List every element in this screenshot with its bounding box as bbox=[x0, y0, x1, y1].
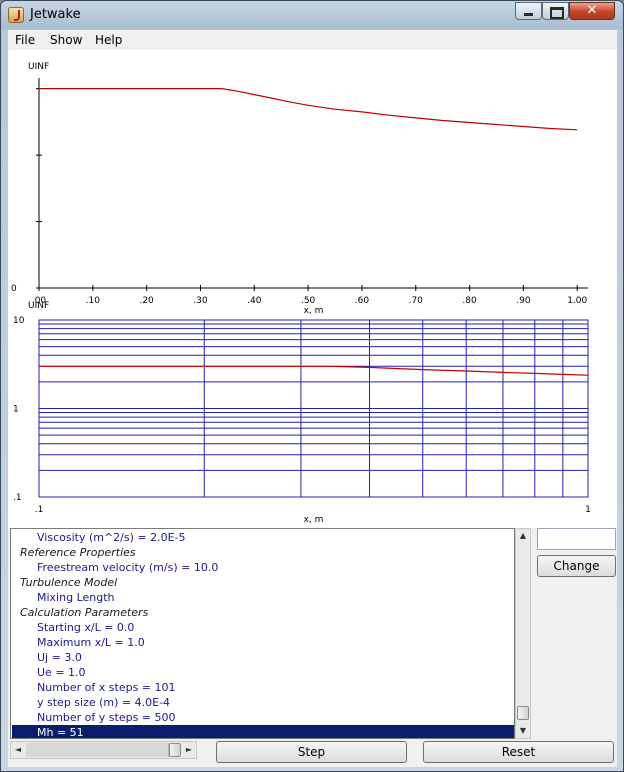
java-app-icon bbox=[8, 7, 24, 23]
menu-help[interactable]: Help bbox=[95, 33, 122, 47]
close-button[interactable]: ✕ bbox=[569, 2, 615, 20]
chart2-y-tick-label: 10 bbox=[13, 316, 25, 326]
property-item[interactable]: Uj = 3.0 bbox=[12, 650, 514, 665]
scroll-left-arrow-icon[interactable]: ◄ bbox=[11, 743, 25, 757]
property-category[interactable]: Turbulence Model bbox=[12, 575, 514, 590]
reset-button[interactable]: Reset bbox=[423, 741, 614, 763]
property-item[interactable]: Freestream velocity (m/s) = 10.0 bbox=[12, 560, 514, 575]
menu-show[interactable]: Show bbox=[50, 33, 82, 47]
chart2-y-label: UINF bbox=[28, 301, 49, 311]
chart1-x-tick-label: .40 bbox=[247, 296, 262, 306]
title-bar[interactable]: Jetwake ✕ bbox=[1, 1, 623, 29]
property-item[interactable]: Ue = 1.0 bbox=[12, 665, 514, 680]
minimize-icon bbox=[524, 13, 533, 16]
horizontal-scroll-thumb[interactable] bbox=[169, 743, 181, 757]
close-icon: ✕ bbox=[586, 3, 598, 18]
step-button[interactable]: Step bbox=[216, 741, 407, 763]
scroll-right-arrow-icon[interactable]: ► bbox=[182, 743, 196, 757]
property-item[interactable]: Mixing Length bbox=[12, 590, 514, 605]
chart1-x-tick-label: .60 bbox=[355, 296, 370, 306]
property-item[interactable]: Maximum x/L = 1.0 bbox=[12, 635, 514, 650]
property-item[interactable]: Starting x/L = 0.0 bbox=[12, 620, 514, 635]
client-area: File Show Help UINF 0.00.10.20.30.40.50.6… bbox=[8, 30, 617, 767]
property-item[interactable]: Number of y steps = 500 bbox=[12, 710, 514, 725]
chart1-x-tick-label: .70 bbox=[409, 296, 424, 306]
maximize-button[interactable] bbox=[542, 2, 569, 20]
chart1-x-tick-label: .90 bbox=[516, 296, 531, 306]
chart1-x-tick-label: .80 bbox=[462, 296, 477, 306]
change-button[interactable]: Change bbox=[537, 555, 616, 577]
chart1-x-tick-label: .20 bbox=[139, 296, 154, 306]
chart2-series-line bbox=[39, 365, 589, 376]
chart1-series-line bbox=[39, 87, 578, 131]
window-title: Jetwake bbox=[30, 7, 81, 22]
chart1-x-label: x, m bbox=[304, 306, 324, 316]
chart1-x-tick-label: .10 bbox=[86, 296, 101, 306]
menu-file[interactable]: File bbox=[15, 33, 35, 47]
chart-area: UINF 0.00.10.20.30.40.50.60.70.80.90 1.00 x… bbox=[8, 50, 617, 528]
property-category[interactable]: Reference Properties bbox=[12, 545, 514, 560]
minimize-button[interactable] bbox=[515, 2, 542, 20]
properties-list[interactable]: Viscosity (m^2/s) = 2.0E-5 Reference Prop… bbox=[10, 528, 515, 739]
chart1-x-tick-label: .30 bbox=[193, 296, 208, 306]
value-input[interactable] bbox=[537, 528, 616, 550]
property-item[interactable]: Mh = 51 bbox=[12, 725, 514, 738]
app-window: Jetwake ✕ File Show Help UINF 0.00.10.20.… bbox=[0, 0, 624, 772]
vertical-scroll-thumb[interactable] bbox=[517, 706, 529, 720]
chart2-x-tick-label: .1 bbox=[35, 505, 44, 515]
chart1-x-tick-label: .50 bbox=[301, 296, 316, 306]
scroll-down-arrow-icon[interactable]: ▼ bbox=[516, 724, 530, 738]
menu-bar: File Show Help bbox=[8, 30, 617, 50]
properties-panel: Viscosity (m^2/s) = 2.0E-5 Reference Prop… bbox=[10, 528, 531, 768]
chart2-y-tick-label: 1 bbox=[13, 405, 19, 415]
scroll-up-arrow-icon[interactable]: ▲ bbox=[516, 529, 530, 543]
maximize-icon bbox=[550, 7, 564, 19]
horizontal-scroll-track[interactable] bbox=[26, 743, 169, 757]
vertical-scrollbar[interactable]: ▲ ▼ bbox=[515, 528, 531, 739]
property-item[interactable]: Number of x steps = 101 bbox=[12, 680, 514, 695]
property-item[interactable]: Viscosity (m^2/s) = 2.0E-5 bbox=[12, 530, 514, 545]
property-category[interactable]: Calculation Parameters bbox=[12, 605, 514, 620]
horizontal-scrollbar[interactable]: ◄ ► bbox=[10, 741, 197, 759]
property-item[interactable]: y step size (m) = 4.0E-4 bbox=[12, 695, 514, 710]
chart1-x-tick-label: 1.00 bbox=[567, 296, 587, 306]
chart2-x-label: x, m bbox=[304, 515, 324, 525]
chart1-y-label: UINF bbox=[28, 62, 49, 72]
chart2-x-tick-label: 1 bbox=[585, 505, 591, 515]
chart2-y-tick-label: .1 bbox=[13, 493, 22, 503]
chart1-y-tick-label: 0 bbox=[11, 284, 17, 294]
charts-canvas: UINF0.00.10.20.30.40.50.60.70.80.90 1.00x… bbox=[11, 62, 591, 525]
